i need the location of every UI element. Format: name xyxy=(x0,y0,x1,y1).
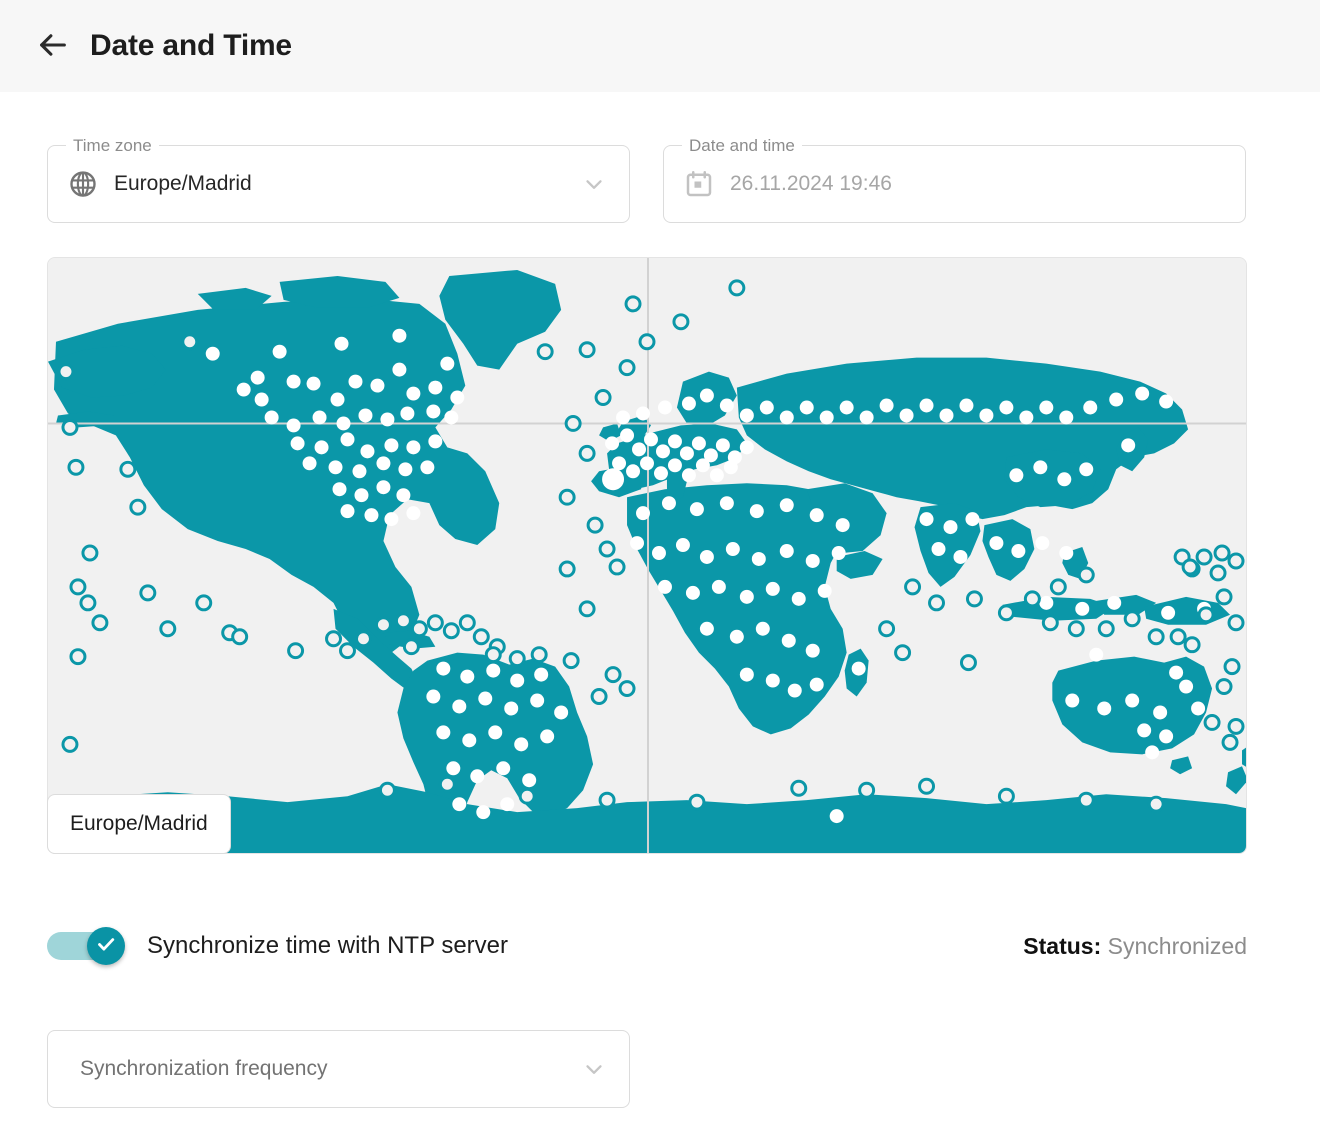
selected-timezone-marker xyxy=(602,468,625,491)
page-title: Date and Time xyxy=(90,29,292,62)
ntp-toggle-switch[interactable] xyxy=(47,927,125,965)
sync-frequency-value: Synchronization frequency xyxy=(80,1057,328,1080)
calendar-icon xyxy=(684,169,714,199)
chevron-down-icon[interactable] xyxy=(581,1056,607,1082)
settings-card: Time zone Europe/Madrid Date and time 26… xyxy=(15,100,1320,1128)
back-button[interactable] xyxy=(30,23,76,69)
datetime-input: Date and time 26.11.2024 19:46 xyxy=(663,136,1246,223)
check-icon xyxy=(94,932,118,961)
page-header: Date and Time xyxy=(0,0,1320,92)
ntp-toggle-label: Synchronize time with NTP server xyxy=(147,932,509,959)
timezone-map[interactable] xyxy=(47,257,1247,854)
globe-icon xyxy=(68,169,98,199)
arrow-left-icon xyxy=(36,28,70,65)
status-value: Synchronized xyxy=(1107,932,1247,959)
sync-frequency-select[interactable]: Synchronization frequency xyxy=(47,1030,630,1108)
chevron-down-icon[interactable] xyxy=(581,171,607,197)
toggle-knob xyxy=(87,927,125,965)
timezone-select[interactable]: Time zone Europe/Madrid xyxy=(47,136,630,223)
world-map-svg[interactable] xyxy=(48,258,1246,853)
datetime-value: 26.11.2024 19:46 xyxy=(730,172,892,195)
timezone-legend: Time zone xyxy=(66,136,159,156)
timezone-value: Europe/Madrid xyxy=(114,172,252,195)
ntp-toggle-row: Synchronize time with NTP server Status:… xyxy=(47,920,1247,972)
datetime-legend: Date and time xyxy=(682,136,802,156)
status-badge: Status: Synchronized xyxy=(1023,933,1247,960)
map-selected-label: Europe/Madrid xyxy=(47,794,231,854)
status-key: Status: xyxy=(1023,932,1102,959)
